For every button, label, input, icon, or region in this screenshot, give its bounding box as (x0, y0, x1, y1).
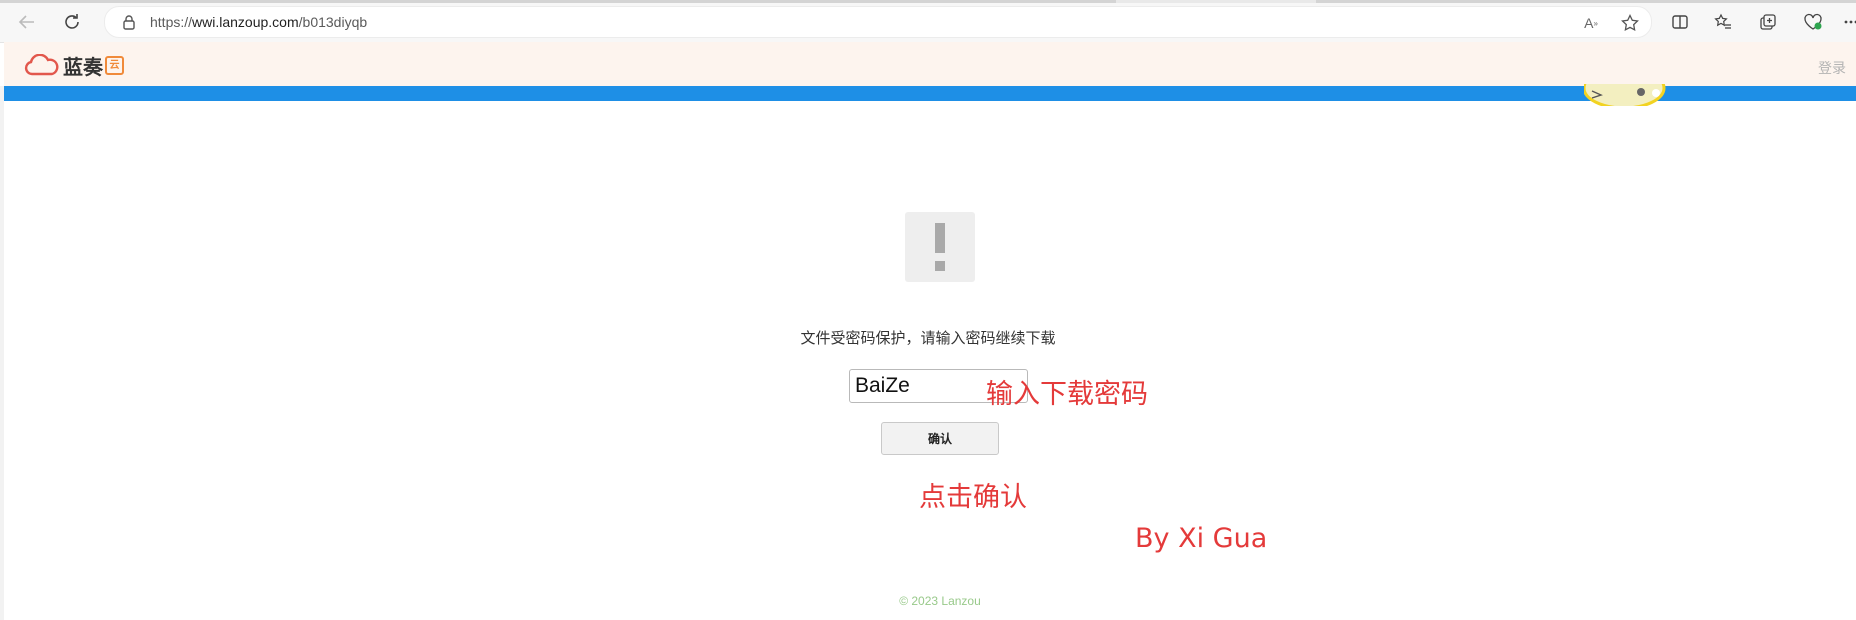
url-host: wwi.lanzoup.com (192, 14, 299, 30)
tab-strip (0, 0, 1856, 3)
url-path: /b013diyqb (298, 14, 368, 30)
site-logo[interactable]: 蓝奏 云 (24, 52, 124, 79)
confirm-button[interactable]: 确认 (881, 422, 999, 455)
read-aloud-icon[interactable]: A» (1582, 14, 1600, 32)
favorites-icon[interactable] (1712, 11, 1734, 33)
warning-icon (905, 212, 975, 282)
cloud-logo-icon (24, 54, 59, 76)
annotation-author: By Xi Gua (1135, 523, 1268, 554)
favorite-star-icon[interactable] (1621, 14, 1639, 32)
page-left-border (0, 86, 4, 620)
back-arrow-icon (18, 15, 34, 29)
footer-copyright: © 2023 Lanzou (899, 594, 981, 608)
annotation-confirm-hint: 点击确认 (919, 482, 1027, 513)
logo-text: 蓝奏 (63, 56, 103, 79)
login-link[interactable]: 登录 (1818, 58, 1846, 78)
refresh-button[interactable] (59, 9, 85, 35)
site-header: 蓝奏 云 登录 (4, 42, 1856, 87)
logo-badge: 云 (105, 55, 124, 75)
more-menu-icon[interactable] (1840, 11, 1856, 33)
password-protected-message: 文件受密码保护，请输入密码继续下载 (800, 330, 1056, 347)
collections-icon[interactable] (1757, 11, 1779, 33)
url-text[interactable]: https://wwi.lanzoup.com/b013diyqb (150, 14, 367, 30)
lock-icon[interactable] (121, 14, 137, 30)
read-aloud-label: A (1584, 15, 1594, 31)
header-stripe (4, 86, 1856, 101)
back-button[interactable] (14, 9, 40, 35)
mascot-illustration (1584, 84, 1676, 106)
url-prefix: https:// (150, 14, 193, 30)
annotation-input-hint: 输入下载密码 (986, 379, 1148, 410)
inactive-tab-edge[interactable] (1316, 0, 1856, 3)
browser-essentials-icon[interactable] (1802, 11, 1824, 33)
address-bar[interactable]: https://wwi.lanzoup.com/b013diyqb A» (104, 6, 1652, 38)
active-tab-edge[interactable] (0, 0, 1116, 3)
browser-toolbar: https://wwi.lanzoup.com/b013diyqb A» (0, 0, 1856, 43)
split-screen-icon[interactable] (1669, 11, 1691, 33)
refresh-icon (65, 14, 79, 29)
